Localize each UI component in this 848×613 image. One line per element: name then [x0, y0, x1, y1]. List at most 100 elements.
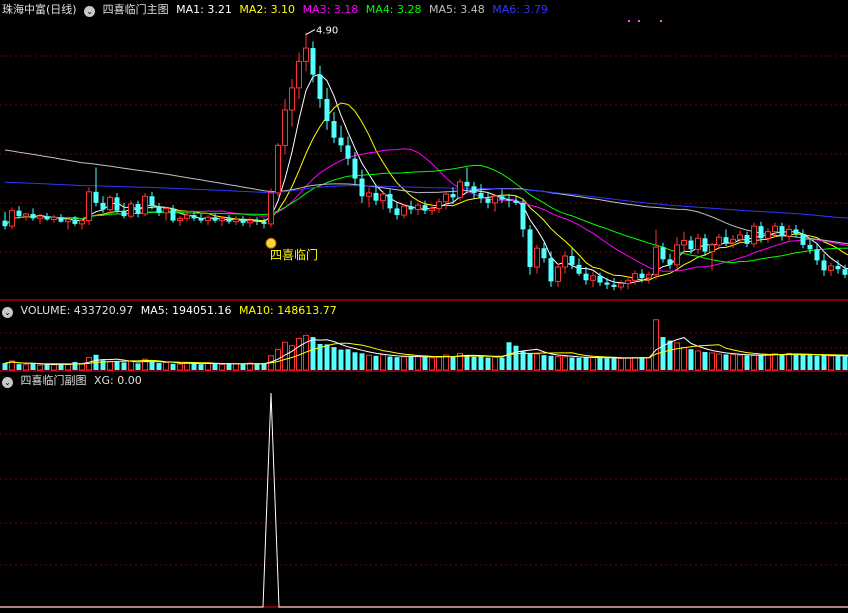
candle-body: [807, 244, 813, 250]
chevron-down-icon[interactable]: ⌄: [2, 377, 13, 388]
volume-bar: [786, 352, 792, 371]
candle: [142, 192, 148, 217]
candle-body: [758, 226, 764, 239]
candle: [380, 190, 386, 210]
ma2-line: [4, 102, 848, 281]
volume-bar: [751, 354, 757, 371]
volume-bar: [618, 358, 624, 371]
chevron-down-icon[interactable]: ⌄: [2, 307, 13, 318]
volume-bar: [415, 355, 421, 371]
candle-body: [716, 236, 722, 246]
candle-body: [317, 74, 323, 99]
candle-body: [688, 240, 694, 250]
candle: [373, 185, 379, 206]
candle: [254, 217, 260, 226]
volume-bar: [219, 363, 225, 371]
volume-bar: [492, 356, 498, 371]
volume-bar: [422, 356, 428, 370]
volume-bar: [758, 355, 764, 370]
candle: [107, 195, 113, 214]
candle: [93, 167, 99, 207]
volume-bar: [149, 362, 155, 370]
candle-body: [450, 194, 456, 198]
candle-body: [814, 249, 820, 261]
ma5-readout: MA5: 3.48: [429, 3, 485, 16]
candle-body: [156, 206, 162, 213]
volume-bar: [23, 364, 29, 371]
volume-bar: [310, 337, 316, 370]
candle: [415, 202, 421, 216]
volume-bar: [191, 363, 197, 370]
candle-body: [170, 208, 176, 221]
volume-bar: [394, 357, 400, 370]
candle-body: [51, 216, 57, 220]
volume-bar: [177, 363, 183, 371]
volume-bar: [240, 363, 246, 370]
candle: [499, 189, 505, 203]
candle-body: [282, 109, 288, 146]
volume-bar: [772, 353, 778, 371]
volume-bar: [737, 354, 743, 371]
candle: [821, 253, 827, 276]
candle: [555, 263, 561, 287]
candle: [58, 213, 64, 223]
main-indicator-name[interactable]: 四喜临门主图: [103, 3, 169, 16]
candle-body: [324, 98, 330, 122]
volume-bar: [170, 363, 176, 370]
candle: [737, 230, 743, 244]
candle-body: [786, 228, 792, 237]
volume-bar: [373, 355, 379, 370]
candle-body: [569, 255, 575, 265]
volume-bar: [380, 354, 386, 371]
volume-bar: [723, 354, 729, 370]
candle-body: [23, 213, 29, 217]
candle-body: [534, 247, 540, 268]
candle-body: [205, 216, 211, 222]
candle: [576, 258, 582, 276]
volume-bar: [639, 357, 645, 370]
volume-bar: [730, 354, 736, 371]
candle-body: [576, 264, 582, 274]
volume-bar: [702, 351, 708, 370]
candle: [492, 194, 498, 212]
candle: [128, 200, 134, 219]
volume-bar: [534, 353, 540, 371]
candle-body: [289, 87, 295, 111]
candle-body: [247, 220, 253, 224]
candle-body: [345, 145, 351, 159]
volume-bar: [478, 356, 484, 370]
grid-lines: [0, 55, 848, 608]
volume-bar: [450, 356, 456, 370]
candle-body: [779, 226, 785, 237]
candle-body: [737, 234, 743, 240]
volume-bar: [51, 364, 57, 371]
candle-body: [604, 282, 610, 285]
volume-bar: [674, 342, 680, 371]
candle-body: [674, 244, 680, 266]
volume-bar: [688, 349, 694, 370]
ma5-line: [4, 149, 848, 245]
signal-dot: [628, 20, 630, 22]
stock-title: 珠海中富(日线): [2, 3, 77, 16]
sub-indicator-name[interactable]: 四喜临门副图: [21, 374, 87, 387]
candle: [205, 215, 211, 226]
volume-bar: [562, 356, 568, 371]
volume-bar: [590, 357, 596, 371]
candle: [156, 202, 162, 217]
candle: [170, 205, 176, 223]
candle: [51, 215, 57, 223]
candle: [443, 190, 449, 210]
candle-body: [310, 48, 316, 75]
candle-body: [240, 219, 246, 223]
volume-bar: [408, 356, 414, 370]
candle-body: [37, 215, 43, 219]
volume-ma5-readout: MA5: 194051.16: [140, 304, 232, 317]
candle: [660, 242, 666, 263]
volume-bar: [436, 356, 442, 371]
volume-ma10-readout: MA10: 148613.77: [239, 304, 337, 317]
candle: [65, 217, 71, 230]
candle-body: [30, 213, 36, 219]
candle-body: [128, 203, 134, 217]
chevron-down-icon[interactable]: ⌄: [84, 6, 96, 17]
volume-bar: [499, 357, 505, 370]
